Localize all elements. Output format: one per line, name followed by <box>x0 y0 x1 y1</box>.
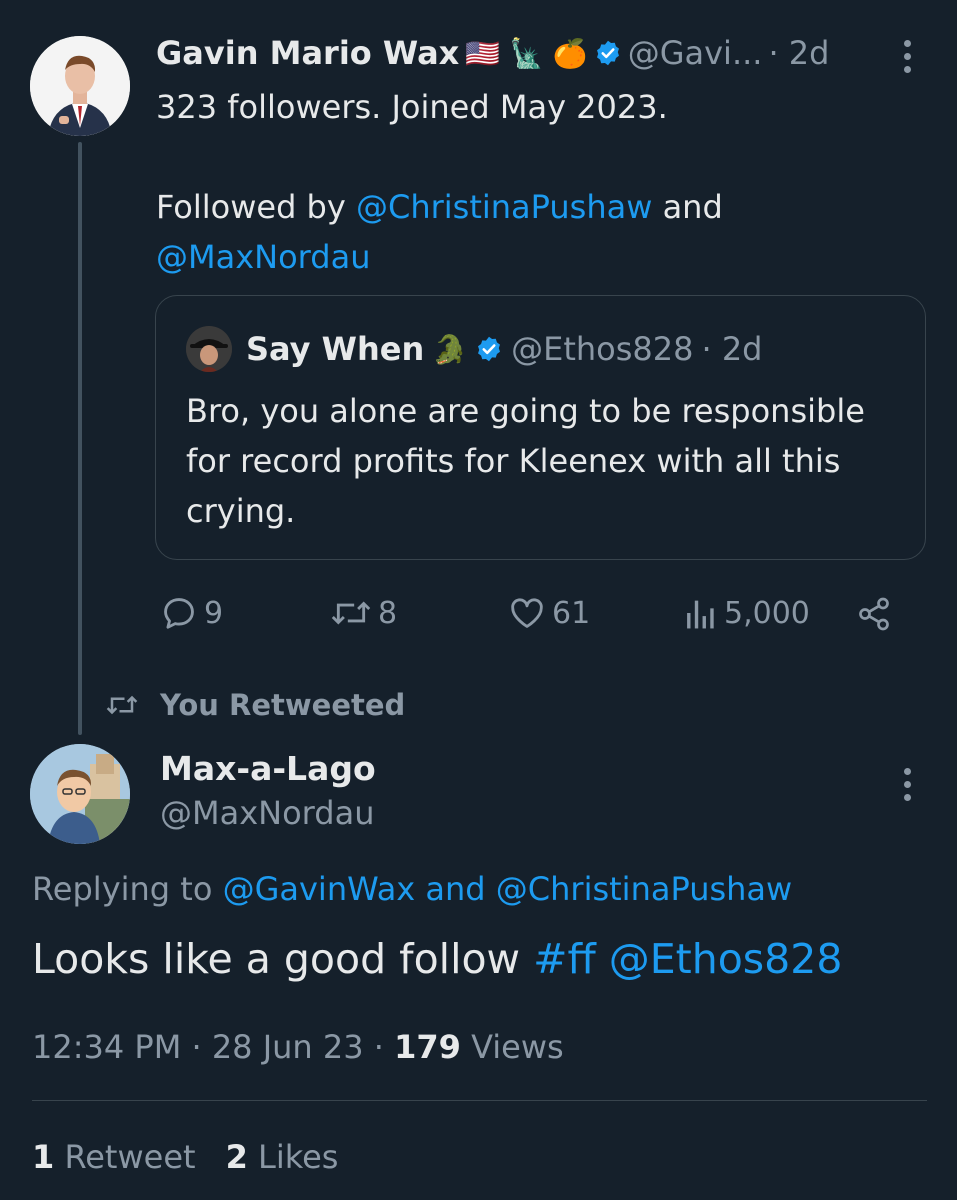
share-icon <box>859 597 889 631</box>
quote-author-name[interactable]: Say When <box>246 330 424 368</box>
tweet1-flag-emojis: 🇺🇸 🗽 🍊 <box>465 36 588 70</box>
tweet1-line1: 323 followers. Joined May 2023. <box>156 88 668 126</box>
you-retweeted-row: You Retweeted <box>104 688 405 722</box>
followed-by-prefix: Followed by <box>156 188 356 226</box>
likes-summary-label: Likes <box>247 1138 339 1176</box>
replying-to-prefix: Replying to <box>32 870 223 908</box>
maxalago-avatar[interactable] <box>30 744 130 844</box>
tweet1-followed-by: Followed by @ChristinaPushaw and <box>156 182 916 232</box>
retweet-button[interactable]: 8 <box>330 594 397 632</box>
gavin-avatar-image <box>30 36 130 136</box>
views-button[interactable]: 5,000 <box>684 594 810 632</box>
retweet-count: 8 <box>378 595 398 631</box>
tweet2-author-name[interactable]: Max-a-Lago <box>160 748 376 790</box>
tweet1-header: Gavin Mario Wax 🇺🇸 🗽 🍊 @Gavi... · 2d <box>156 34 829 72</box>
verified-badge-icon <box>596 40 619 66</box>
tweet1-author-name[interactable]: Gavin Mario Wax <box>156 34 459 72</box>
mention-maxnordau[interactable]: @MaxNordau <box>156 232 916 282</box>
like-button[interactable]: 61 <box>508 594 590 632</box>
followed-by-and: and <box>652 188 723 226</box>
replying-to: Replying to @GavinWax and @ChristinaPush… <box>32 870 792 908</box>
quote-header: Say When 🐊 @Ethos828 · 2d <box>246 330 762 368</box>
views-count: 5,000 <box>724 595 810 631</box>
tweet1-time[interactable]: · 2d <box>768 34 829 72</box>
saywhen-avatar[interactable] <box>186 326 232 372</box>
retweets-summary[interactable]: 1 Retweet <box>32 1138 196 1176</box>
tweet1-more-icon[interactable] <box>904 40 911 73</box>
likes-summary-count: 2 <box>225 1138 248 1176</box>
gavin-avatar[interactable] <box>30 36 130 136</box>
like-count: 61 <box>552 595 591 631</box>
saywhen-avatar-image <box>186 326 232 372</box>
quote-verified-badge-icon <box>478 336 501 362</box>
tweet2-more-icon[interactable] <box>904 768 911 801</box>
reply-icon <box>164 598 194 629</box>
tweet2-views-count: 179 <box>394 1028 461 1066</box>
replying-to-users[interactable]: @GavinWax and @ChristinaPushaw <box>223 870 793 908</box>
reply-button[interactable]: 9 <box>160 594 223 632</box>
share-button[interactable] <box>856 596 892 636</box>
tweet2-views-label: Views <box>460 1028 564 1066</box>
like-icon <box>511 598 543 628</box>
you-retweeted-label: You Retweeted <box>160 688 406 722</box>
quote-text: Bro, you alone are going to be responsib… <box>186 392 865 530</box>
maxalago-avatar-image <box>30 744 130 844</box>
retweets-summary-label: Retweet <box>54 1138 196 1176</box>
quote-time[interactable]: · 2d <box>701 330 762 368</box>
tweet2-meta: 12:34 PM · 28 Jun 23 · 179 Views <box>32 1028 564 1066</box>
tweet2-text: Looks like a good follow #ff @Ethos828 <box>32 935 842 983</box>
engagement-row: 1 Retweet 2 Likes <box>32 1138 338 1176</box>
small-retweet-icon <box>106 695 138 715</box>
thread-line <box>78 142 82 735</box>
tweet2-hashtag-mention[interactable]: #ff @Ethos828 <box>533 935 842 983</box>
views-icon <box>687 600 714 629</box>
tweet2-header: Max-a-Lago @MaxNordau <box>160 748 376 836</box>
tweet1-handle[interactable]: @Gavi... <box>628 34 763 72</box>
likes-summary[interactable]: 2 Likes <box>226 1138 339 1176</box>
retweet-icon <box>331 601 371 625</box>
tweet2-handle[interactable]: @MaxNordau <box>160 790 376 836</box>
mention-christinapushaw[interactable]: @ChristinaPushaw <box>356 188 652 226</box>
retweets-summary-count: 1 <box>32 1138 55 1176</box>
tweet2-text-plain: Looks like a good follow <box>32 935 534 983</box>
quote-handle[interactable]: @Ethos828 <box>511 330 693 368</box>
divider <box>32 1100 927 1101</box>
alligator-emoji: 🐊 <box>432 332 468 366</box>
reply-count: 9 <box>204 595 224 631</box>
tweet1-body: 323 followers. Joined May 2023. Followed… <box>156 82 916 282</box>
tweet2-timestamp[interactable]: 12:34 PM · 28 Jun 23 · <box>32 1028 394 1066</box>
